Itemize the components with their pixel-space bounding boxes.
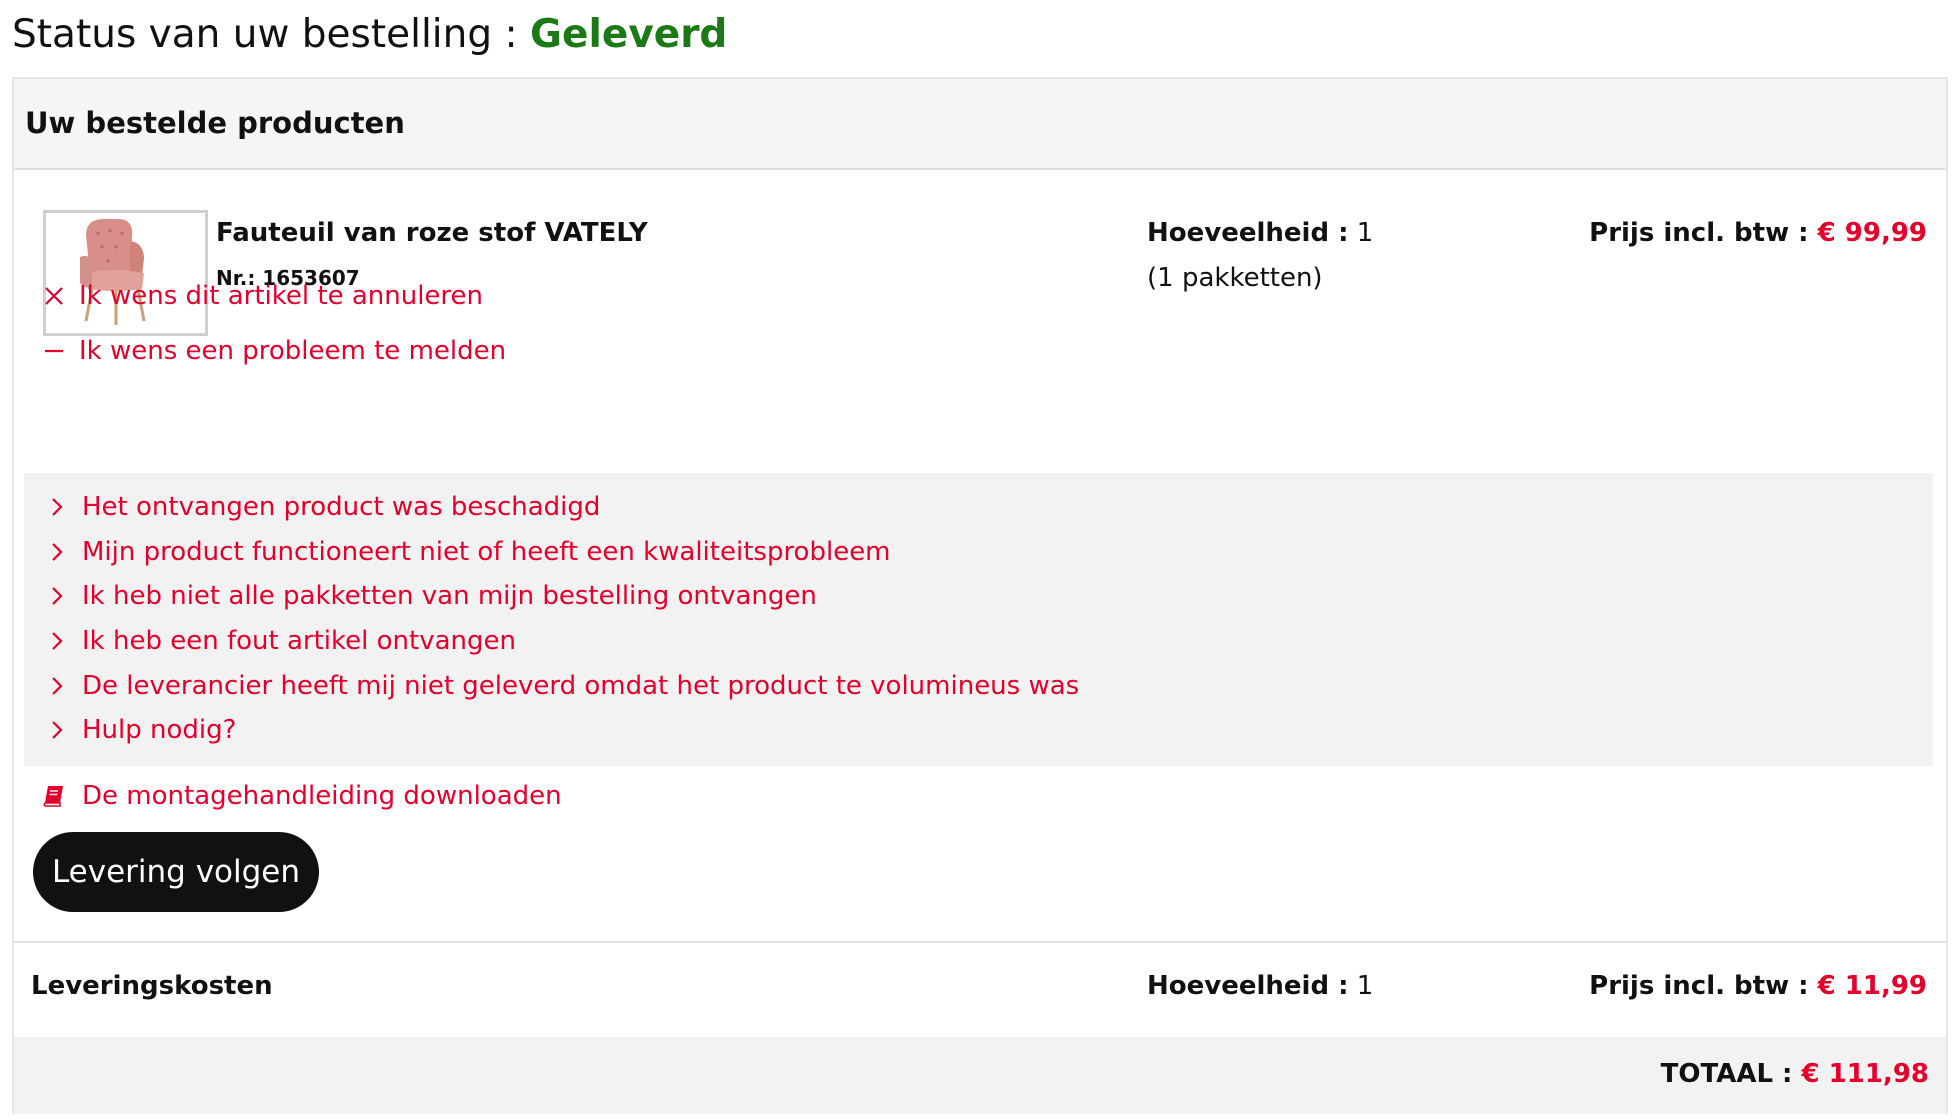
product-quantity: Hoeveelheid : 1 bbox=[1147, 213, 1373, 253]
problem-option-label: Ik heb niet alle pakketten van mijn best… bbox=[82, 581, 817, 612]
download-manual-label: De montagehandleiding downloaden bbox=[82, 781, 562, 811]
close-icon bbox=[45, 287, 63, 305]
problem-option-label: Hulp nodig? bbox=[82, 715, 237, 746]
product-name: Fauteuil van roze stof VATELY bbox=[216, 218, 648, 248]
cancel-item-label: Ik wens dit artikel te annuleren bbox=[79, 281, 484, 311]
problem-option[interactable]: Hulp nodig? bbox=[50, 708, 1079, 753]
problem-option[interactable]: Ik heb een fout artikel ontvangen bbox=[50, 619, 1079, 664]
price-label: Prijs incl. btw : bbox=[1589, 218, 1809, 248]
panel-title: Uw bestelde producten bbox=[25, 106, 405, 140]
delivery-price-label: Prijs incl. btw : bbox=[1589, 971, 1809, 1001]
product-price: Prijs incl. btw : € 99,99 bbox=[1589, 213, 1927, 253]
chevron-right-icon bbox=[52, 721, 63, 740]
delivery-price: Prijs incl. btw : € 11,99 bbox=[1589, 966, 1927, 1006]
total-value: € 111,98 bbox=[1792, 1059, 1929, 1089]
problem-option[interactable]: Het ontvangen product was beschadigd bbox=[50, 485, 1079, 530]
ordered-products-panel: Uw bestelde producten Fauteuil van roze … bbox=[12, 77, 1948, 1114]
delivery-quantity-value: 1 bbox=[1348, 971, 1374, 1001]
minus-icon bbox=[45, 349, 63, 353]
problem-option[interactable]: De leverancier heeft mij niet geleverd o… bbox=[50, 663, 1079, 708]
delivery-quantity-label: Hoeveelheid : bbox=[1147, 971, 1349, 1001]
problem-options-box: Het ontvangen product was beschadigd Mij… bbox=[24, 473, 1933, 766]
status-value: Geleverd bbox=[530, 12, 728, 57]
chevron-right-icon bbox=[52, 632, 63, 650]
quantity-label: Hoeveelheid : bbox=[1147, 218, 1349, 248]
price-value: € 99,99 bbox=[1808, 218, 1927, 248]
delivery-costs-label: Leveringskosten bbox=[31, 971, 273, 1001]
quantity-value: 1 bbox=[1348, 218, 1374, 248]
book-icon bbox=[43, 786, 63, 807]
problem-options-list: Het ontvangen product was beschadigd Mij… bbox=[50, 485, 1079, 753]
problem-option[interactable]: Ik heb niet alle pakketten van mijn best… bbox=[50, 574, 1079, 619]
cancel-item-link[interactable]: Ik wens dit artikel te annuleren bbox=[43, 276, 483, 316]
delivery-quantity: Hoeveelheid : 1 bbox=[1147, 966, 1373, 1006]
chevron-right-icon bbox=[52, 498, 63, 517]
chevron-right-icon bbox=[52, 587, 63, 606]
track-delivery-button[interactable]: Levering volgen bbox=[33, 832, 319, 912]
chevron-right-icon bbox=[52, 676, 63, 695]
problem-option-label: De leverancier heeft mij niet geleverd o… bbox=[82, 670, 1080, 701]
order-total: TOTAAL : € 111,98 bbox=[1661, 1054, 1929, 1094]
panel-header: Uw bestelde producten bbox=[14, 79, 1946, 170]
download-manual-link[interactable]: De montagehandleiding downloaden bbox=[42, 776, 562, 816]
problem-option-label: Ik heb een fout artikel ontvangen bbox=[82, 626, 516, 657]
total-label: TOTAAL : bbox=[1660, 1059, 1793, 1089]
delivery-price-value: € 11,99 bbox=[1808, 971, 1927, 1001]
product-image[interactable] bbox=[43, 210, 208, 336]
report-problem-link[interactable]: Ik wens een probleem te melden bbox=[43, 331, 506, 371]
problem-option-label: Het ontvangen product was beschadigd bbox=[82, 492, 601, 523]
section-divider bbox=[14, 941, 1946, 943]
total-bar: TOTAAL : € 111,98 bbox=[14, 1037, 1946, 1114]
status-label: Status van uw bestelling : bbox=[12, 12, 531, 57]
problem-option-label: Mijn product functioneert niet of heeft … bbox=[82, 536, 891, 567]
order-status-heading: Status van uw bestelling : Geleverd bbox=[12, 10, 727, 60]
report-problem-label: Ik wens een probleem te melden bbox=[79, 336, 507, 366]
product-packages: (1 pakketten) bbox=[1147, 263, 1323, 293]
chevron-right-icon bbox=[52, 543, 63, 561]
problem-option[interactable]: Mijn product functioneert niet of heeft … bbox=[50, 530, 1079, 575]
